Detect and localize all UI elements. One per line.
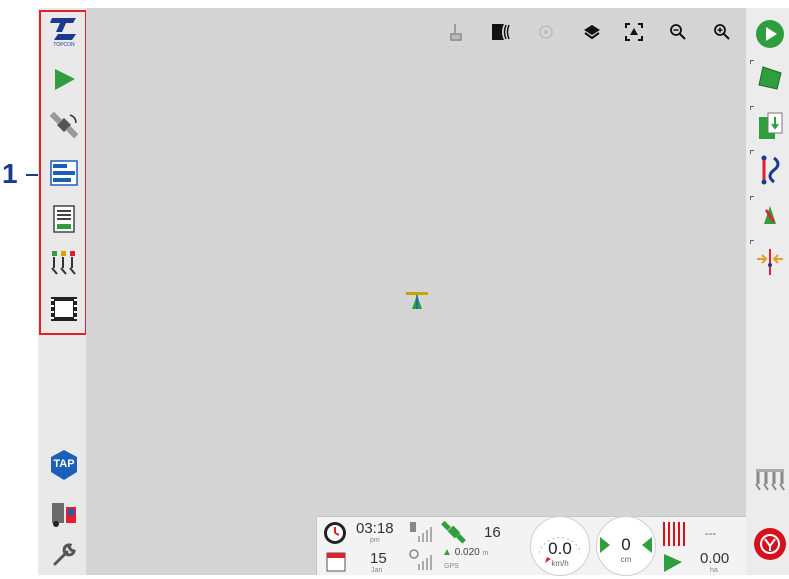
area-value: 0.00 [700,550,730,567]
date-month: Jan [371,567,383,574]
satellite-count-icon [440,519,468,550]
cross-track-gauge: 0 cm [596,516,656,576]
speed-unit: km/h [551,559,569,568]
boom-sections-icon[interactable] [752,462,788,498]
callout-line [26,174,38,176]
accuracy-row: ▲ 0.020 m [442,547,489,558]
signal-strength-icon [408,520,434,549]
satellite-count: 16 [484,524,501,541]
highlight-box [39,10,87,335]
tap-label: TAP [53,458,75,470]
callout-number: 1 [2,158,18,189]
swath-icon[interactable] [487,18,515,46]
layers-icon[interactable] [578,18,606,46]
fit-view-icon[interactable] [620,18,648,46]
area-coverage-icon [660,518,688,579]
area-unit: ha [710,567,718,574]
touch-pan-icon[interactable] [442,18,470,46]
offset-unit: cm [620,555,632,564]
wrench-icon[interactable] [44,538,84,572]
offset-icon[interactable] [752,244,788,280]
zoom-in-icon[interactable] [708,18,736,46]
modem-signal-icon [408,548,434,577]
zoom-out-icon[interactable] [664,18,692,46]
tap-button[interactable]: TAP [44,448,84,482]
vehicle-marker-icon [405,290,429,317]
screen: 1 TOPCON TAP 03:18 pm 15 Jan 16 ▲ 0.020 … [0,0,789,577]
calendar-icon [326,550,346,577]
guidance-lines-icon[interactable] [752,152,788,188]
accuracy-value: 0.020 [454,547,480,558]
time-period: pm [370,537,380,544]
play-button[interactable] [752,16,788,52]
date-day: 15 [370,550,387,567]
speed-gauge: 0.0 km/h [530,516,590,576]
clock-icon [322,520,348,551]
area-top-value: --- [705,528,716,540]
time-value: 03:18 [356,520,394,537]
nudge-icon[interactable] [752,198,788,234]
offset-value: 0 [621,535,631,554]
position-source: GPS [444,563,459,570]
vehicle-implement-icon[interactable] [44,496,84,530]
accuracy-unit: m [482,550,489,557]
master-switch-button[interactable] [752,526,788,562]
target-icon[interactable] [532,18,560,46]
field-boundary-icon[interactable] [752,60,788,96]
field-download-icon[interactable] [752,108,788,144]
speed-value: 0.0 [548,539,572,558]
